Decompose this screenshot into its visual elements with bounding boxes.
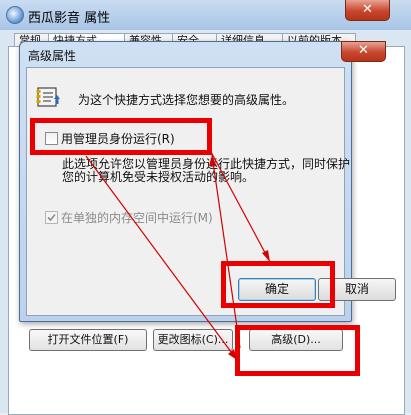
annotation-arrows <box>85 149 271 361</box>
arrow-checkbox-to-advanced <box>85 155 238 361</box>
arrowhead-down-right <box>262 250 270 262</box>
arrow-advanced-to-checkbox <box>211 154 241 349</box>
